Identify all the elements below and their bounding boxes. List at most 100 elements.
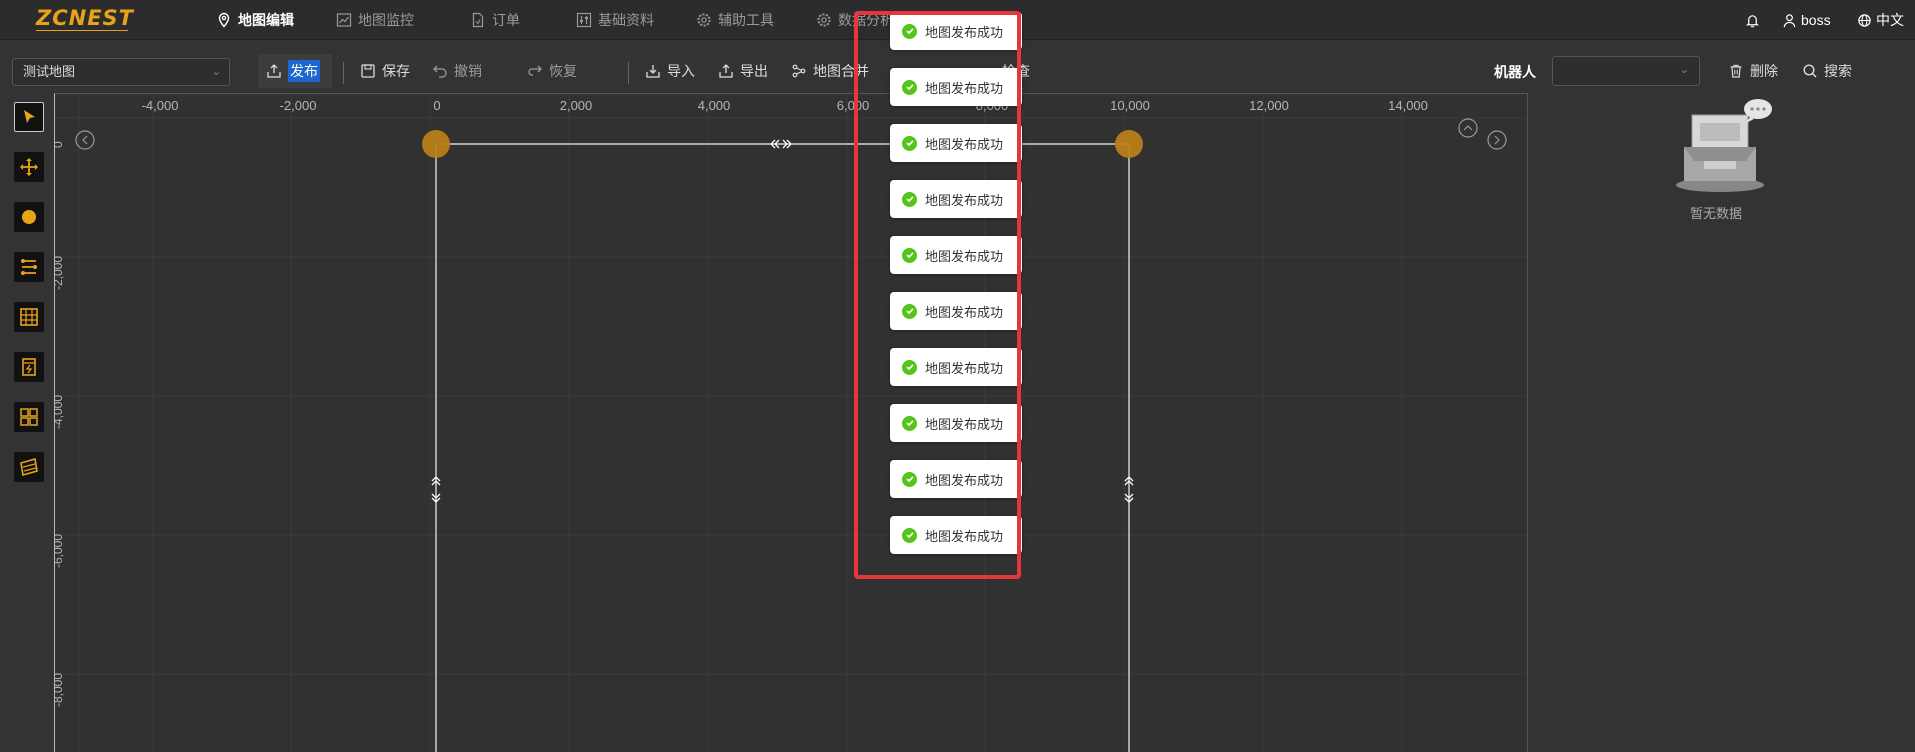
- search-button[interactable]: 搜索: [1802, 56, 1852, 86]
- y-axis-tick: -8,000: [54, 672, 65, 707]
- globe-icon: [1858, 13, 1871, 27]
- dot-icon: [22, 210, 36, 224]
- publish-label: 发布: [288, 60, 320, 82]
- undo-icon: [433, 65, 447, 78]
- language-label: 中文: [1876, 12, 1904, 28]
- nav-item-label: 订单: [492, 12, 520, 28]
- logo-underline: [36, 30, 128, 31]
- publish-button[interactable]: 发布: [258, 54, 332, 88]
- sliders-icon: [576, 12, 592, 28]
- save-icon: [361, 64, 375, 78]
- logo: ZCNEST: [36, 6, 135, 30]
- export-button[interactable]: 导出: [718, 56, 768, 86]
- username: boss: [1801, 12, 1831, 28]
- x-axis-tick: -4,000: [141, 98, 179, 113]
- charger-icon: [22, 358, 36, 376]
- chevron-down-icon: ⌄: [211, 66, 221, 78]
- nav-item-orders[interactable]: 订单: [470, 0, 520, 40]
- direction-arrows: [431, 139, 1134, 503]
- area-tool[interactable]: [14, 402, 44, 432]
- redo-button[interactable]: 恢复: [527, 56, 577, 86]
- robot-label: 机器人: [1494, 64, 1536, 80]
- x-axis-tick: 12,000: [1249, 98, 1289, 113]
- trash-icon: [1730, 64, 1742, 78]
- x-axis-tick: 4,000: [697, 98, 731, 113]
- delete-label: 删除: [1750, 63, 1778, 79]
- nav-item-label: 地图监控: [358, 12, 414, 28]
- y-axis-tick: -2,000: [54, 255, 65, 290]
- upload-icon: [267, 64, 281, 78]
- point-tool[interactable]: [14, 202, 44, 232]
- map-select[interactable]: 测试地图 ⌄: [12, 58, 230, 86]
- import-icon: [646, 65, 660, 78]
- undo-button[interactable]: 撤销: [432, 56, 482, 86]
- left-toolbox: [0, 92, 54, 752]
- shelf-tool[interactable]: [14, 302, 44, 332]
- x-axis-tick: 10,000: [1110, 98, 1150, 113]
- export-icon: [719, 64, 733, 78]
- y-axis-tick: 0: [55, 141, 65, 148]
- cursor-arrow-icon: [24, 110, 35, 123]
- import-button[interactable]: 导入: [645, 56, 695, 86]
- empty-box-icon: [1676, 99, 1772, 192]
- map-grid: [55, 94, 1527, 752]
- redo-icon: [528, 65, 542, 76]
- pan-up-icon[interactable]: [1458, 118, 1478, 138]
- x-axis-tick: 2,000: [559, 98, 593, 113]
- language-switch[interactable]: 中文: [1857, 0, 1904, 40]
- toolbar-divider: [343, 62, 344, 84]
- charger-tool[interactable]: [14, 352, 44, 382]
- pan-right-icon[interactable]: [1487, 130, 1507, 150]
- bell-icon: [1745, 14, 1760, 27]
- x-axis-tick: 14,000: [1388, 98, 1428, 113]
- nav-item-label: 地图编辑: [238, 12, 294, 28]
- robot-panel: 暂无数据: [1527, 93, 1915, 752]
- map-node[interactable]: [422, 130, 450, 158]
- nav-item-label: 基础资料: [598, 12, 654, 28]
- gear-icon: [697, 13, 711, 27]
- move-tool[interactable]: [14, 152, 44, 182]
- highlight-box: [854, 11, 1021, 579]
- redo-label: 恢复: [549, 63, 577, 79]
- path-icon: [21, 259, 37, 275]
- nav-item-tools[interactable]: 辅助工具: [696, 0, 774, 40]
- nav-item-map-edit[interactable]: 地图编辑: [216, 0, 294, 40]
- notification-button[interactable]: [1745, 0, 1760, 40]
- shelf-icon: [20, 308, 38, 326]
- robot-select[interactable]: ⌄: [1552, 56, 1700, 86]
- empty-state-text: 暂无数据: [1690, 206, 1743, 221]
- document-icon: [472, 12, 484, 28]
- move-arrows-icon: [20, 158, 38, 176]
- user-icon: [1783, 13, 1796, 27]
- map-node[interactable]: [1115, 130, 1143, 158]
- zone-icon: [20, 457, 38, 477]
- select-tool[interactable]: [14, 102, 44, 132]
- x-axis-tick: -2,000: [279, 98, 317, 113]
- export-label: 导出: [740, 63, 768, 79]
- chart-line-icon: [336, 13, 352, 27]
- nav-item-basic-data[interactable]: 基础资料: [576, 0, 654, 40]
- undo-label: 撤销: [454, 63, 482, 79]
- grid-blocks-icon: [20, 408, 38, 426]
- chevron-down-icon: ⌄: [1679, 64, 1689, 76]
- nav-item-map-monitor[interactable]: 地图监控: [336, 0, 414, 40]
- toolbar-divider: [628, 62, 629, 84]
- import-label: 导入: [667, 63, 695, 79]
- merge-icon: [792, 64, 806, 78]
- zone-tool[interactable]: [14, 452, 44, 482]
- user-menu[interactable]: boss: [1782, 0, 1831, 40]
- save-label: 保存: [382, 63, 410, 79]
- y-axis-tick: -6,000: [54, 533, 65, 568]
- gear-icon: [817, 13, 831, 27]
- nav-item-label: 辅助工具: [718, 12, 774, 28]
- x-axis-tick: 0: [433, 98, 441, 113]
- y-axis-tick: -4,000: [54, 394, 65, 429]
- map-canvas[interactable]: -4,000 -2,000 0 2,000 4,000 6,000 8,000 …: [54, 93, 1527, 752]
- save-button[interactable]: 保存: [360, 56, 410, 86]
- delete-button[interactable]: 删除: [1728, 56, 1778, 86]
- path-tool[interactable]: [14, 252, 44, 282]
- location-pin-icon: [218, 12, 230, 28]
- map-select-value: 测试地图: [23, 64, 76, 79]
- search-icon: [1803, 64, 1817, 78]
- search-label: 搜索: [1824, 63, 1852, 79]
